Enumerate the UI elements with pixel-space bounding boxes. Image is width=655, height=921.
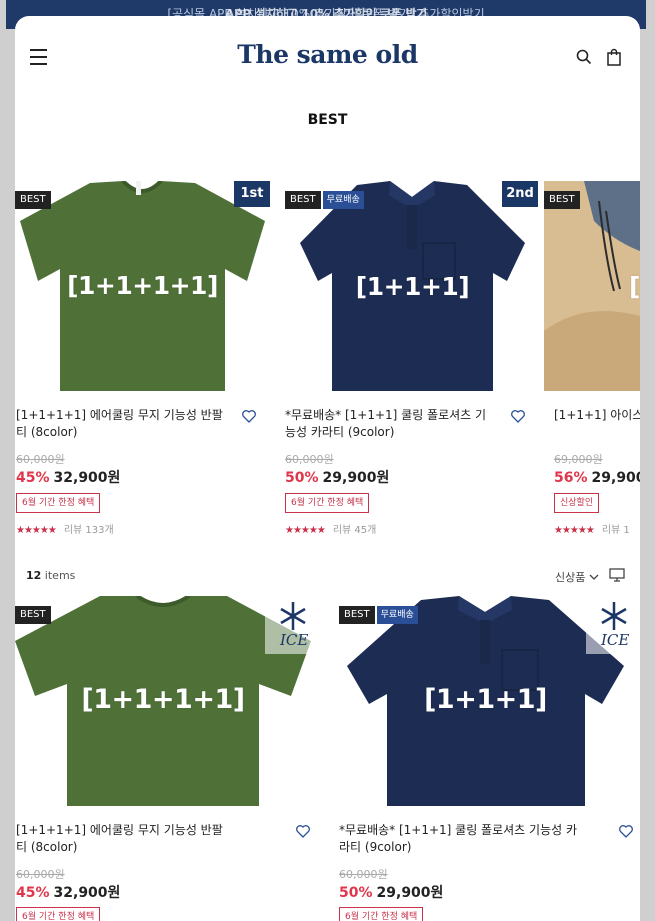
sale-price: 29,900원 (591, 470, 640, 486)
rank-badge: 1st (234, 181, 270, 207)
badge-group: BEST 무료배송 (339, 606, 418, 624)
heart-icon[interactable] (295, 823, 311, 839)
sale-price: 32,900원 (53, 885, 121, 901)
promo-tag: 6월 기간 한정 혜택 (339, 907, 424, 921)
price-row: 50% 29,900원 (285, 467, 389, 487)
sale-price: 29,900원 (376, 885, 444, 901)
item-count-number: 12 (26, 569, 42, 582)
discount-rate: 50% (285, 470, 319, 486)
product-name[interactable]: [1+1+1+1] 에어쿨링 무지 기능성 반팔티 (8color) (16, 407, 226, 441)
image-overlay-text: [1+1+1] (355, 272, 470, 301)
sale-price: 29,900원 (322, 470, 390, 486)
best-badge: BEST (339, 606, 375, 624)
rank-badge: 2nd (502, 181, 538, 207)
image-overlay-text: [1+1+1+1] (81, 684, 245, 715)
sort-label: 신상품 (555, 571, 586, 584)
model-photo-image (544, 181, 640, 391)
best-product-card[interactable]: BEST 무료배송 2nd [1+1+1] *무료배송* [1+1+1] 쿨링 … (285, 181, 540, 541)
product-card[interactable]: BEST 무료배송 ICE [1+1+1] *무료배송* [1+1+1] 쿨링 … (339, 596, 640, 921)
item-count: 12 items (26, 569, 75, 582)
badge-group: BEST (544, 191, 580, 209)
product-name[interactable]: [1+1+1] 아이스큐 (3color) (554, 407, 640, 424)
product-card[interactable]: BEST ICE [1+1+1+1] [1+1+1+1] 에어쿨링 무지 기능성… (15, 596, 315, 921)
page-sheet: The same old BEST BEST 1st [1+1+1+1] [1+… (15, 16, 640, 921)
image-overlay-text: [ (629, 272, 640, 301)
free-shipping-badge: 무료배송 (376, 606, 418, 624)
item-count-label: items (41, 569, 76, 582)
price-row: 45% 32,900원 (16, 467, 120, 487)
chevron-down-icon (589, 574, 599, 580)
product-image[interactable]: BEST 무료배송 2nd [1+1+1] (285, 181, 540, 391)
site-header: The same old (15, 16, 640, 96)
view-mode-icon[interactable] (609, 568, 625, 582)
review-count: 리뷰 133개 (63, 525, 114, 536)
review-count: 리뷰 1 (601, 525, 630, 536)
original-price: 60,000원 (285, 453, 334, 466)
star-rating: ★★★★★ (554, 525, 595, 536)
site-logo[interactable]: The same old (15, 40, 640, 69)
ice-label: ICE (265, 596, 311, 654)
sort-dropdown[interactable]: 신상품 (555, 569, 599, 585)
rating: ★★★★★ 리뷰 45개 (285, 521, 376, 536)
discount-rate: 45% (16, 470, 50, 486)
badge-group: BEST (15, 191, 51, 209)
product-name[interactable]: *무료배송* [1+1+1] 쿨링 폴로셔츠 기능성 카라티 (9color) (339, 822, 579, 856)
search-icon[interactable] (575, 48, 593, 66)
shopping-bag-icon[interactable] (605, 48, 623, 66)
promo-tag: 6월 기간 한정 혜택 (16, 493, 101, 513)
rating: ★★★★★ 리뷰 1 (554, 521, 630, 536)
price-row: 45% 32,900원 (16, 882, 120, 902)
best-badge: BEST (15, 606, 51, 624)
ice-label: ICE (586, 596, 632, 654)
promo-tag: 6월 기간 한정 혜택 (16, 907, 101, 921)
product-name[interactable]: [1+1+1+1] 에어쿨링 무지 기능성 반팔티 (8color) (16, 822, 231, 856)
product-name[interactable]: *무료배송* [1+1+1] 쿨링 폴로셔츠 기능성 카라티 (9color) (285, 407, 495, 441)
price-row: 50% 29,900원 (339, 882, 443, 902)
best-product-card[interactable]: BEST 1st [1+1+1+1] [1+1+1+1] 에어쿨링 무지 기능성… (15, 181, 270, 541)
best-badge: BEST (15, 191, 51, 209)
rating: ★★★★★ 리뷰 133개 (16, 521, 114, 536)
product-image[interactable]: BEST ICE [1+1+1+1] (15, 596, 311, 806)
image-overlay-text: [1+1+1+1] (67, 271, 218, 300)
heart-icon[interactable] (510, 408, 526, 424)
ice-text: ICE (280, 631, 309, 649)
sale-price: 32,900원 (53, 470, 121, 486)
best-badge: BEST (544, 191, 580, 209)
original-price: 60,000원 (16, 868, 65, 881)
review-count: 리뷰 45개 (332, 525, 377, 536)
image-overlay-text: [1+1+1] (424, 684, 547, 715)
badge-group: BEST 무료배송 (285, 191, 364, 209)
star-rating: ★★★★★ (16, 525, 57, 536)
heart-icon[interactable] (241, 408, 257, 424)
original-price: 60,000원 (16, 453, 65, 466)
promo-tag: 신상할인 (554, 493, 600, 513)
star-rating: ★★★★★ (285, 525, 326, 536)
product-image[interactable]: BEST 무료배송 ICE [1+1+1] (339, 596, 632, 806)
discount-rate: 45% (16, 885, 50, 901)
badge-group: BEST (15, 606, 51, 624)
original-price: 69,000원 (554, 453, 603, 466)
product-image[interactable]: BEST [ (544, 181, 640, 391)
ice-text: ICE (601, 631, 630, 649)
product-image[interactable]: BEST 1st [1+1+1+1] (15, 181, 270, 391)
best-badge: BEST (285, 191, 321, 209)
best-product-card[interactable]: BEST [ [1+1+1] 아이스큐 (3color) 69,000원 56%… (544, 181, 640, 541)
promo-tag: 6월 기간 한정 혜택 (285, 493, 370, 513)
price-row: 56%29,900원 (554, 467, 640, 487)
heart-icon[interactable] (618, 823, 634, 839)
free-shipping-badge: 무료배송 (322, 191, 364, 209)
original-price: 60,000원 (339, 868, 388, 881)
discount-rate: 56% (554, 470, 588, 486)
best-section-title: BEST (307, 112, 348, 128)
discount-rate: 50% (339, 885, 373, 901)
